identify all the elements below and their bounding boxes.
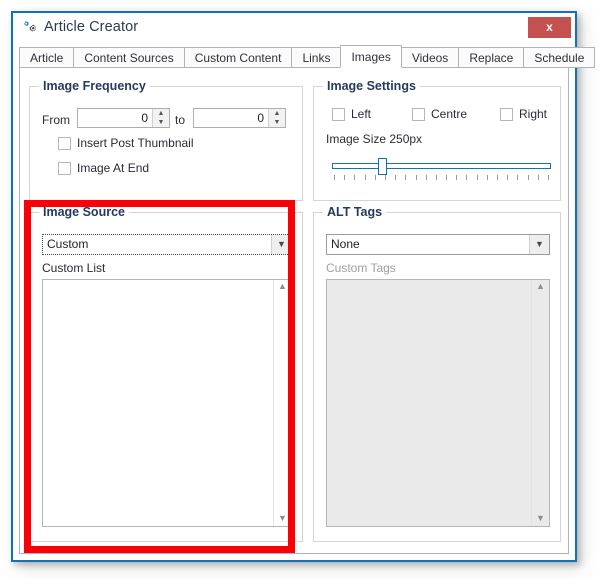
from-input[interactable]	[78, 109, 152, 127]
tab-custom-content[interactable]: Custom Content	[183, 47, 293, 68]
scroll-down-icon: ▼	[536, 513, 545, 523]
image-source-dropdown[interactable]: Custom ▼	[42, 234, 292, 255]
slider-track[interactable]	[332, 163, 551, 169]
image-settings-group: Image Settings Left Centre Right Image S…	[313, 79, 561, 201]
image-source-value: Custom	[47, 237, 89, 251]
gear-icon	[20, 19, 40, 39]
checkbox-box-icon[interactable]	[500, 107, 513, 121]
image-at-end-label: Image At End	[77, 161, 150, 175]
scroll-up-icon[interactable]: ▲	[278, 280, 287, 294]
checkbox-box-icon[interactable]	[412, 107, 425, 121]
custom-list-input[interactable]	[43, 280, 273, 526]
from-label: From	[42, 113, 70, 127]
tab-schedule[interactable]: Schedule	[523, 47, 596, 68]
image-at-end-checkbox[interactable]: Image At End	[58, 161, 149, 175]
alt-tags-dropdown[interactable]: None ▼	[326, 234, 550, 255]
custom-tags-scrollbar: ▲ ▼	[531, 280, 549, 526]
align-centre-label: Centre	[431, 107, 468, 121]
align-right-label: Right	[519, 107, 548, 121]
from-spin-up-icon[interactable]: ▲	[153, 109, 169, 118]
to-spin-down-icon[interactable]: ▼	[269, 118, 285, 127]
image-size-slider[interactable]	[332, 157, 551, 185]
insert-post-thumbnail-checkbox[interactable]: Insert Post Thumbnail	[58, 136, 194, 150]
page-title: Article Creator	[44, 19, 139, 35]
tab-article[interactable]: Article	[19, 47, 75, 68]
custom-list-scrollbar[interactable]: ▲ ▼	[273, 280, 291, 526]
alt-tags-title: ALT Tags	[323, 205, 387, 219]
checkbox-box-icon[interactable]	[58, 161, 71, 175]
align-centre-checkbox[interactable]: Centre	[412, 107, 467, 121]
tab-images[interactable]: Images	[340, 45, 402, 68]
image-frequency-group: Image Frequency From ▲ ▼ to ▲ ▼ Inser	[29, 79, 303, 201]
custom-tags-textarea-wrap: ▲ ▼	[326, 279, 550, 527]
tab-replace[interactable]: Replace	[458, 47, 525, 68]
custom-list-label: Custom List	[42, 261, 106, 275]
chevron-down-icon[interactable]: ▼	[529, 235, 549, 254]
scroll-down-icon[interactable]: ▼	[278, 512, 287, 526]
to-spinner-buttons[interactable]: ▲ ▼	[268, 109, 285, 127]
to-spin-up-icon[interactable]: ▲	[269, 109, 285, 118]
align-left-label: Left	[351, 107, 372, 121]
chevron-down-icon[interactable]: ▼	[271, 235, 291, 254]
from-spinner-buttons[interactable]: ▲ ▼	[152, 109, 169, 127]
slider-ticks	[334, 175, 549, 181]
custom-tags-input	[327, 280, 531, 526]
image-source-group: Image Source Custom ▼ Custom List ▲ ▼	[29, 205, 303, 542]
image-source-title: Image Source	[39, 205, 129, 219]
custom-tags-label: Custom Tags	[326, 261, 396, 275]
image-size-label: Image Size 250px	[326, 132, 423, 146]
custom-list-textarea-wrap[interactable]: ▲ ▼	[42, 279, 292, 527]
from-spin-down-icon[interactable]: ▼	[153, 118, 169, 127]
to-input[interactable]	[194, 109, 268, 127]
slider-thumb[interactable]	[378, 158, 387, 175]
image-settings-title: Image Settings	[323, 79, 420, 93]
align-left-checkbox[interactable]: Left	[332, 107, 371, 121]
title-bar: Article Creator x	[13, 13, 575, 45]
images-tab-panel: Image Frequency From ▲ ▼ to ▲ ▼ Inser	[19, 67, 569, 554]
close-button[interactable]: x	[528, 17, 571, 38]
checkbox-box-icon[interactable]	[332, 107, 345, 121]
tab-content-sources[interactable]: Content Sources	[73, 47, 185, 68]
tab-links[interactable]: Links	[291, 47, 342, 68]
to-spinner[interactable]: ▲ ▼	[193, 108, 286, 128]
scroll-up-icon: ▲	[536, 281, 545, 291]
alt-tags-group: ALT Tags None ▼ Custom Tags ▲ ▼	[313, 205, 561, 542]
article-creator-window: Article Creator x Article Content Source…	[11, 11, 596, 562]
tab-videos[interactable]: Videos	[400, 47, 460, 68]
align-right-checkbox[interactable]: Right	[500, 107, 547, 121]
checkbox-box-icon[interactable]	[58, 136, 71, 150]
image-frequency-title: Image Frequency	[39, 79, 150, 93]
tab-bar: Article Content Sources Custom Content L…	[19, 45, 596, 68]
to-label: to	[175, 113, 186, 127]
alt-tags-value: None	[331, 237, 360, 251]
from-spinner[interactable]: ▲ ▼	[77, 108, 170, 128]
insert-post-thumbnail-label: Insert Post Thumbnail	[77, 136, 194, 150]
